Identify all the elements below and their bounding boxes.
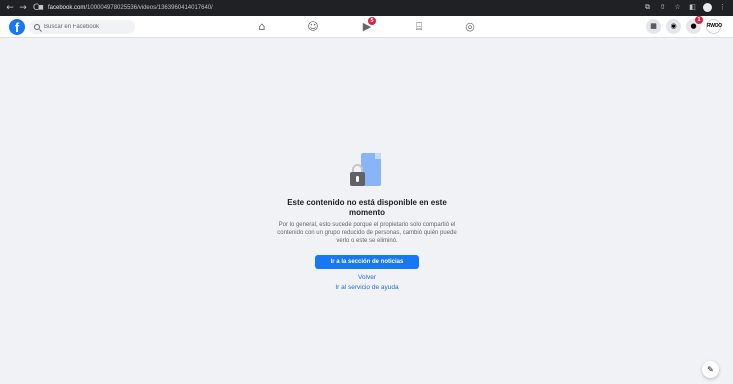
facebook-logo[interactable]: f (9, 19, 25, 35)
profile-icon[interactable] (703, 3, 712, 12)
url-path: /100004978025536/videos/1363960414017640… (85, 5, 213, 11)
compose-icon: ✎ (707, 365, 714, 374)
lock-icon[interactable]: ■ (38, 5, 44, 11)
sidepanel-icon[interactable]: ◧ (688, 3, 697, 12)
page-title: Este contenido no está disponible en est… (287, 198, 447, 217)
document-fold (375, 153, 381, 159)
share-page-icon[interactable]: ⇧ (658, 3, 667, 12)
locked-content-illustration (347, 150, 387, 190)
facebook-header: f ⌂ ☺ ▶ 5 ⌸ ◎ ▦ ◉ ● 1 RWOO (0, 16, 733, 38)
video-badge: 5 (368, 17, 376, 25)
new-message-button[interactable]: ✎ (702, 361, 719, 378)
search-icon (34, 24, 40, 30)
browser-actions: ⧉ ⇧ ☆ ◧ ⋮ (643, 3, 727, 12)
share-icon[interactable]: ⧉ (643, 3, 652, 12)
forward-arrow-icon[interactable]: → (18, 3, 28, 13)
notifications-badge: 1 (695, 16, 703, 24)
back-arrow-icon[interactable]: ← (5, 3, 15, 13)
menu-kebab-icon[interactable]: ⋮ (718, 3, 727, 12)
avatar[interactable]: RWOO (706, 19, 722, 34)
friends-icon[interactable]: ☺ (306, 20, 320, 34)
description-text: Por lo general, esto sucede porque el pr… (277, 222, 457, 244)
video-icon[interactable]: ▶ 5 (360, 17, 376, 34)
notifications-icon[interactable]: ● 1 (686, 16, 703, 34)
address-bar[interactable]: ■ facebook.com/100004978025536/videos/13… (38, 3, 638, 13)
marketplace-icon[interactable]: ⌸ (412, 20, 426, 34)
url-text: facebook.com/100004978025536/videos/1363… (48, 5, 213, 11)
padlock-icon (350, 172, 365, 186)
menu-grid-icon[interactable]: ▦ (646, 19, 661, 34)
go-to-news-feed-button[interactable]: Ir a la sección de noticias (315, 255, 419, 269)
keyhole (356, 176, 359, 182)
back-link[interactable]: Volver (270, 274, 464, 282)
gaming-icon[interactable]: ◎ (463, 20, 477, 34)
help-center-link[interactable]: Ir al servicio de ayuda (270, 284, 464, 292)
messenger-icon[interactable]: ◉ (666, 19, 681, 34)
search-input[interactable] (44, 24, 134, 30)
star-icon[interactable]: ☆ (673, 3, 682, 12)
browser-toolbar: ← → C ■ facebook.com/100004978025536/vid… (0, 0, 733, 16)
header-actions: ▦ ◉ ● 1 RWOO (646, 16, 722, 34)
search-box[interactable] (29, 20, 135, 34)
url-domain: facebook.com (48, 5, 86, 11)
unavailable-panel: Este contenido no está disponible en est… (270, 150, 464, 292)
home-icon[interactable]: ⌂ (255, 20, 269, 34)
